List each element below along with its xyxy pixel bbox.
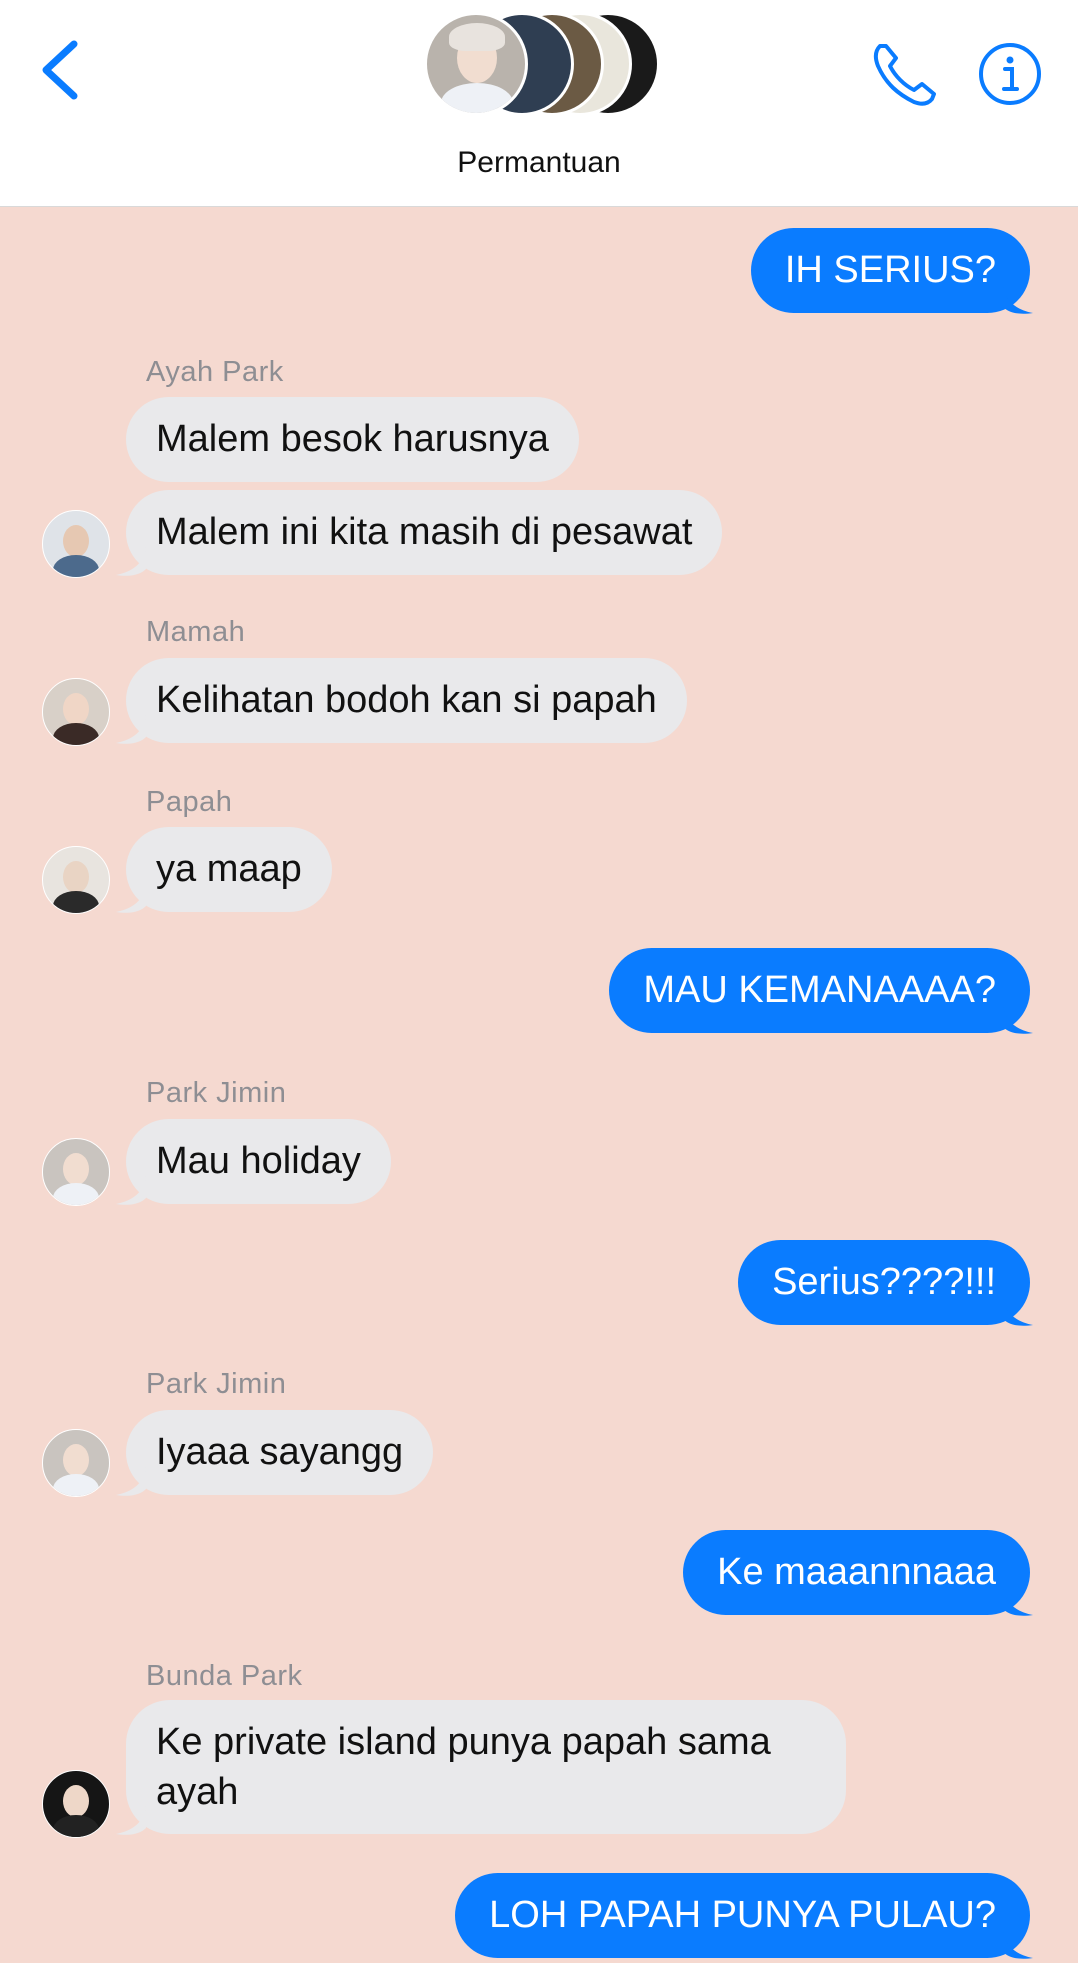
incoming-message[interactable]: Iyaaa sayangg <box>126 1410 434 1495</box>
incoming-message[interactable]: ya maap <box>126 827 332 912</box>
incoming-bubble-tail <box>116 715 146 744</box>
sender-name: Park Jimin <box>146 1368 287 1400</box>
incoming-message[interactable]: Ke private island punya papah sama ayah <box>126 1700 846 1834</box>
outgoing-bubble-tail <box>1003 1005 1033 1034</box>
sender-name: Park Jimin <box>146 1077 287 1109</box>
outgoing-bubble-tail <box>1003 1587 1033 1616</box>
avatar[interactable] <box>42 510 110 578</box>
back-button[interactable] <box>30 30 100 110</box>
phone-icon <box>873 44 936 106</box>
incoming-bubble-tail <box>116 1806 146 1835</box>
outgoing-message[interactable]: IH SERIUS? <box>750 228 1030 313</box>
group-avatar-1 <box>424 12 528 116</box>
incoming-message[interactable]: Malem ini kita masih di pesawat <box>126 490 723 575</box>
incoming-bubble-tail <box>116 1467 146 1496</box>
call-button[interactable] <box>866 36 942 112</box>
incoming-bubble-tail <box>116 547 146 576</box>
incoming-message[interactable]: Kelihatan bodoh kan si papah <box>126 658 687 743</box>
outgoing-bubble-tail <box>1003 1930 1033 1959</box>
sender-name: Mamah <box>146 616 246 648</box>
outgoing-bubble-tail <box>1003 285 1033 314</box>
outgoing-bubble-tail <box>1003 1297 1033 1326</box>
sender-name: Bunda Park <box>146 1660 303 1692</box>
incoming-bubble-tail <box>116 884 146 913</box>
outgoing-message[interactable]: Serius????!!! <box>738 1240 1030 1325</box>
chat-header: Permantuan <box>0 0 1078 207</box>
chevron-left-icon <box>42 40 78 100</box>
group-avatar-stack[interactable] <box>424 12 664 120</box>
sender-name: Papah <box>146 786 233 818</box>
info-icon <box>979 43 1041 105</box>
info-button[interactable] <box>972 36 1048 112</box>
avatar[interactable] <box>42 1429 110 1497</box>
sender-name: Ayah Park <box>146 356 284 388</box>
incoming-bubble-tail <box>116 1176 146 1205</box>
outgoing-message[interactable]: Ke maaannnaaa <box>683 1530 1030 1615</box>
incoming-message[interactable]: Malem besok harusnya <box>126 397 579 482</box>
avatar[interactable] <box>42 846 110 914</box>
group-title[interactable]: Permantuan <box>0 146 1078 180</box>
avatar[interactable] <box>42 1770 110 1838</box>
outgoing-message[interactable]: LOH PAPAH PUNYA PULAU? <box>455 1873 1030 1958</box>
incoming-message[interactable]: Mau holiday <box>126 1119 391 1204</box>
outgoing-message[interactable]: MAU KEMANAAAA? <box>609 948 1030 1033</box>
avatar[interactable] <box>42 678 110 746</box>
avatar[interactable] <box>42 1138 110 1206</box>
